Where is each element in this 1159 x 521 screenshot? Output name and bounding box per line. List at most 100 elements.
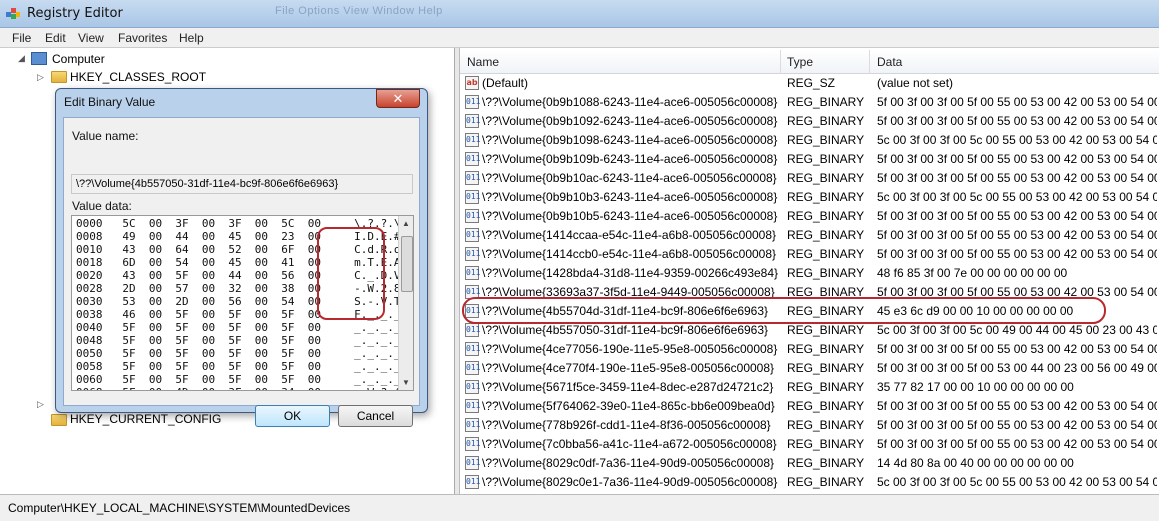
value-data-editor[interactable]: 0000 5C 00 3F 00 3F 00 5C 00 \.?.?.\. 000… [71,215,414,391]
cell-name: \??\Volume{0b9b1092-6243-11e4-ace6-00505… [482,114,778,128]
list-row[interactable]: 011 \??\Volume{8029c0df-7a36-11e4-90d9-00… [460,454,1159,473]
scroll-thumb[interactable] [401,236,413,292]
list-row[interactable]: 011 \??\Volume{7c0bba56-a41c-11e4-a672-00… [460,435,1159,454]
tree-item-hkey-classes-root[interactable]: HKEY_CLASSES_ROOT [70,70,206,84]
list-row[interactable]: 011 \??\Volume{0b9b109b-6243-11e4-ace6-00… [460,150,1159,169]
status-bar: Computer\HKEY_LOCAL_MACHINE\SYSTEM\Mount… [0,494,1159,521]
cell-type: REG_BINARY [787,266,865,280]
cell-name: \??\Volume{1428bda4-31d8-11e4-9359-00266… [482,266,778,280]
list-row[interactable]: 011 \??\Volume{5f764062-39e0-11e4-865c-bb… [460,397,1159,416]
menu-view[interactable]: View [78,31,104,45]
list-header: Name Type Data [460,50,1159,74]
value-name-field[interactable]: \??\Volume{4b557050-31df-11e4-bc9f-806e6… [71,174,413,194]
cell-type: REG_BINARY [787,475,865,489]
list-row[interactable]: 011 \??\Volume{4ce770f4-190e-11e5-95e8-00… [460,359,1159,378]
column-separator[interactable] [780,50,781,74]
list-row[interactable]: 011 \??\Volume{1428bda4-31d8-11e4-9359-00… [460,264,1159,283]
hex-line: 0048 5F 00 5F 00 5F 00 5F 00 _._._._. [76,334,408,347]
binary-value-icon: 011 [465,361,480,375]
cell-type: REG_BINARY [787,361,865,375]
menu-edit[interactable]: Edit [45,31,66,45]
cell-data: 5c 00 3f 00 3f 00 5c 00 49 00 44 00 45 0… [877,323,1157,337]
binary-value-icon: 011 [465,171,480,185]
ok-button[interactable]: OK [255,405,330,427]
list-row[interactable]: 011 \??\Volume{0b9b10b5-6243-11e4-ace6-00… [460,207,1159,226]
cell-name: \??\Volume{8029c0df-7a36-11e4-90d9-00505… [482,456,775,470]
menu-help[interactable]: Help [179,31,204,45]
cell-name: \??\Volume{0b9b1088-6243-11e4-ace6-00505… [482,95,778,109]
cell-data: 35 77 82 17 00 00 10 00 00 00 00 00 [877,380,1074,394]
cancel-button[interactable]: Cancel [338,405,413,427]
cell-type: REG_BINARY [787,456,865,470]
column-data[interactable]: Data [877,55,902,69]
title-bar: Registry Editor File Options View Window… [0,0,1159,28]
cell-type: REG_BINARY [787,342,865,356]
cell-name: \??\Volume{1414ccaa-e54c-11e4-a6b8-00505… [482,228,777,242]
list-row[interactable]: 011 \??\Volume{8029c0e1-7a36-11e4-90d9-00… [460,473,1159,492]
list-row[interactable]: 011 \??\Volume{4ce77056-190e-11e5-95e8-00… [460,340,1159,359]
menu-favorites[interactable]: Favorites [118,31,167,45]
list-row[interactable]: 011 \??\Volume{0b9b1092-6243-11e4-ace6-00… [460,112,1159,131]
hex-highlight-annotation [317,227,385,320]
cell-name: \??\Volume{5f764062-39e0-11e4-865c-bb6e0… [482,399,775,413]
menu-file[interactable]: File [12,31,31,45]
cell-type: REG_BINARY [787,228,865,242]
list-row[interactable]: 011 \??\Volume{0b9b1088-6243-11e4-ace6-00… [460,93,1159,112]
list-row[interactable]: 011 \??\Volume{5671f5ce-3459-11e4-8dec-e2… [460,378,1159,397]
list-row[interactable]: 011 \??\Volume{0b9b10b3-6243-11e4-ace6-00… [460,188,1159,207]
binary-value-icon: 011 [465,475,480,489]
cell-type: REG_BINARY [787,152,865,166]
list-row[interactable]: 011 \??\Volume{1414ccaa-e54c-11e4-a6b8-00… [460,226,1159,245]
list-row[interactable]: 011 \??\Volume{778b926f-cdd1-11e4-8f36-00… [460,416,1159,435]
binary-value-icon: 011 [465,152,480,166]
values-list[interactable]: Name Type Data ab (Default) REG_SZ (value n… [460,48,1159,494]
expand-arrow-icon[interactable]: ▷ [37,399,44,410]
column-type[interactable]: Type [787,55,813,69]
cell-data: 5c 00 3f 00 3f 00 5c 00 55 00 53 00 42 0… [877,475,1157,489]
binary-value-icon: 011 [465,380,480,394]
hex-line: 0040 5F 00 5F 00 5F 00 5F 00 _._._._. [76,321,408,334]
list-row[interactable]: 011 \??\Volume{0b9b1098-6243-11e4-ace6-00… [460,131,1159,150]
cell-type: REG_BINARY [787,437,865,451]
registry-editor-icon [6,8,20,19]
binary-value-icon: 011 [465,456,480,470]
scroll-down-icon[interactable]: ▼ [402,378,410,387]
column-name[interactable]: Name [467,55,499,69]
folder-icon [51,71,67,83]
cell-data: 5f 00 3f 00 3f 00 5f 00 55 00 53 00 42 0… [877,95,1157,109]
binary-value-icon: 011 [465,266,480,280]
hex-line: 0068 5F 00 4D 00 3F 00 34 00 _.W.?.4. [76,386,407,390]
cell-data: 5c 00 3f 00 3f 00 5c 00 55 00 53 00 42 0… [877,190,1157,204]
binary-value-icon: 011 [465,190,480,204]
close-button[interactable]: ✕ [376,89,420,108]
cell-type: REG_BINARY [787,190,865,204]
cell-data: 5f 00 3f 00 3f 00 5f 00 55 00 53 00 42 0… [877,209,1157,223]
tree-item-hkey-current-config[interactable]: HKEY_CURRENT_CONFIG [70,412,221,426]
binary-value-icon: 011 [465,323,480,337]
list-row[interactable]: 011 \??\Volume{1414ccb0-e54c-11e4-a6b8-00… [460,245,1159,264]
collapse-arrow-icon[interactable]: ◢ [18,53,25,64]
string-value-icon: ab [465,76,479,90]
cell-data: 5f 00 3f 00 3f 00 5f 00 55 00 53 00 42 0… [877,399,1157,413]
binary-value-icon: 011 [465,133,480,147]
value-name-label: Value name: [72,129,139,143]
tree-item-computer[interactable]: Computer [52,52,105,66]
cell-name: \??\Volume{0b9b109b-6243-11e4-ace6-00505… [482,152,778,166]
edit-binary-value-dialog: Edit Binary Value ✕ Value name: \??\Volu… [55,88,428,427]
hex-line: 0058 5F 00 5F 00 5F 00 5F 00 _._._._. [76,360,408,373]
list-row[interactable]: ab (Default) REG_SZ (value not set) [460,74,1159,93]
highlight-annotation [462,297,1106,324]
value-data-label: Value data: [72,199,132,213]
hex-scrollbar[interactable]: ▲ ▼ [398,216,413,390]
column-separator[interactable] [869,50,870,74]
cell-type: REG_BINARY [787,114,865,128]
expand-arrow-icon[interactable]: ▷ [37,72,44,83]
cell-data: 14 4d 80 8a 00 40 00 00 00 00 00 00 [877,456,1074,470]
dialog-title: Edit Binary Value [64,95,156,109]
cell-type: REG_BINARY [787,95,865,109]
scroll-up-icon[interactable]: ▲ [402,219,410,228]
cell-type: REG_BINARY [787,418,865,432]
cell-name: \??\Volume{0b9b10b5-6243-11e4-ace6-00505… [482,209,778,223]
cell-name: \??\Volume{8029c0e1-7a36-11e4-90d9-00505… [482,475,778,489]
list-row[interactable]: 011 \??\Volume{0b9b10ac-6243-11e4-ace6-00… [460,169,1159,188]
